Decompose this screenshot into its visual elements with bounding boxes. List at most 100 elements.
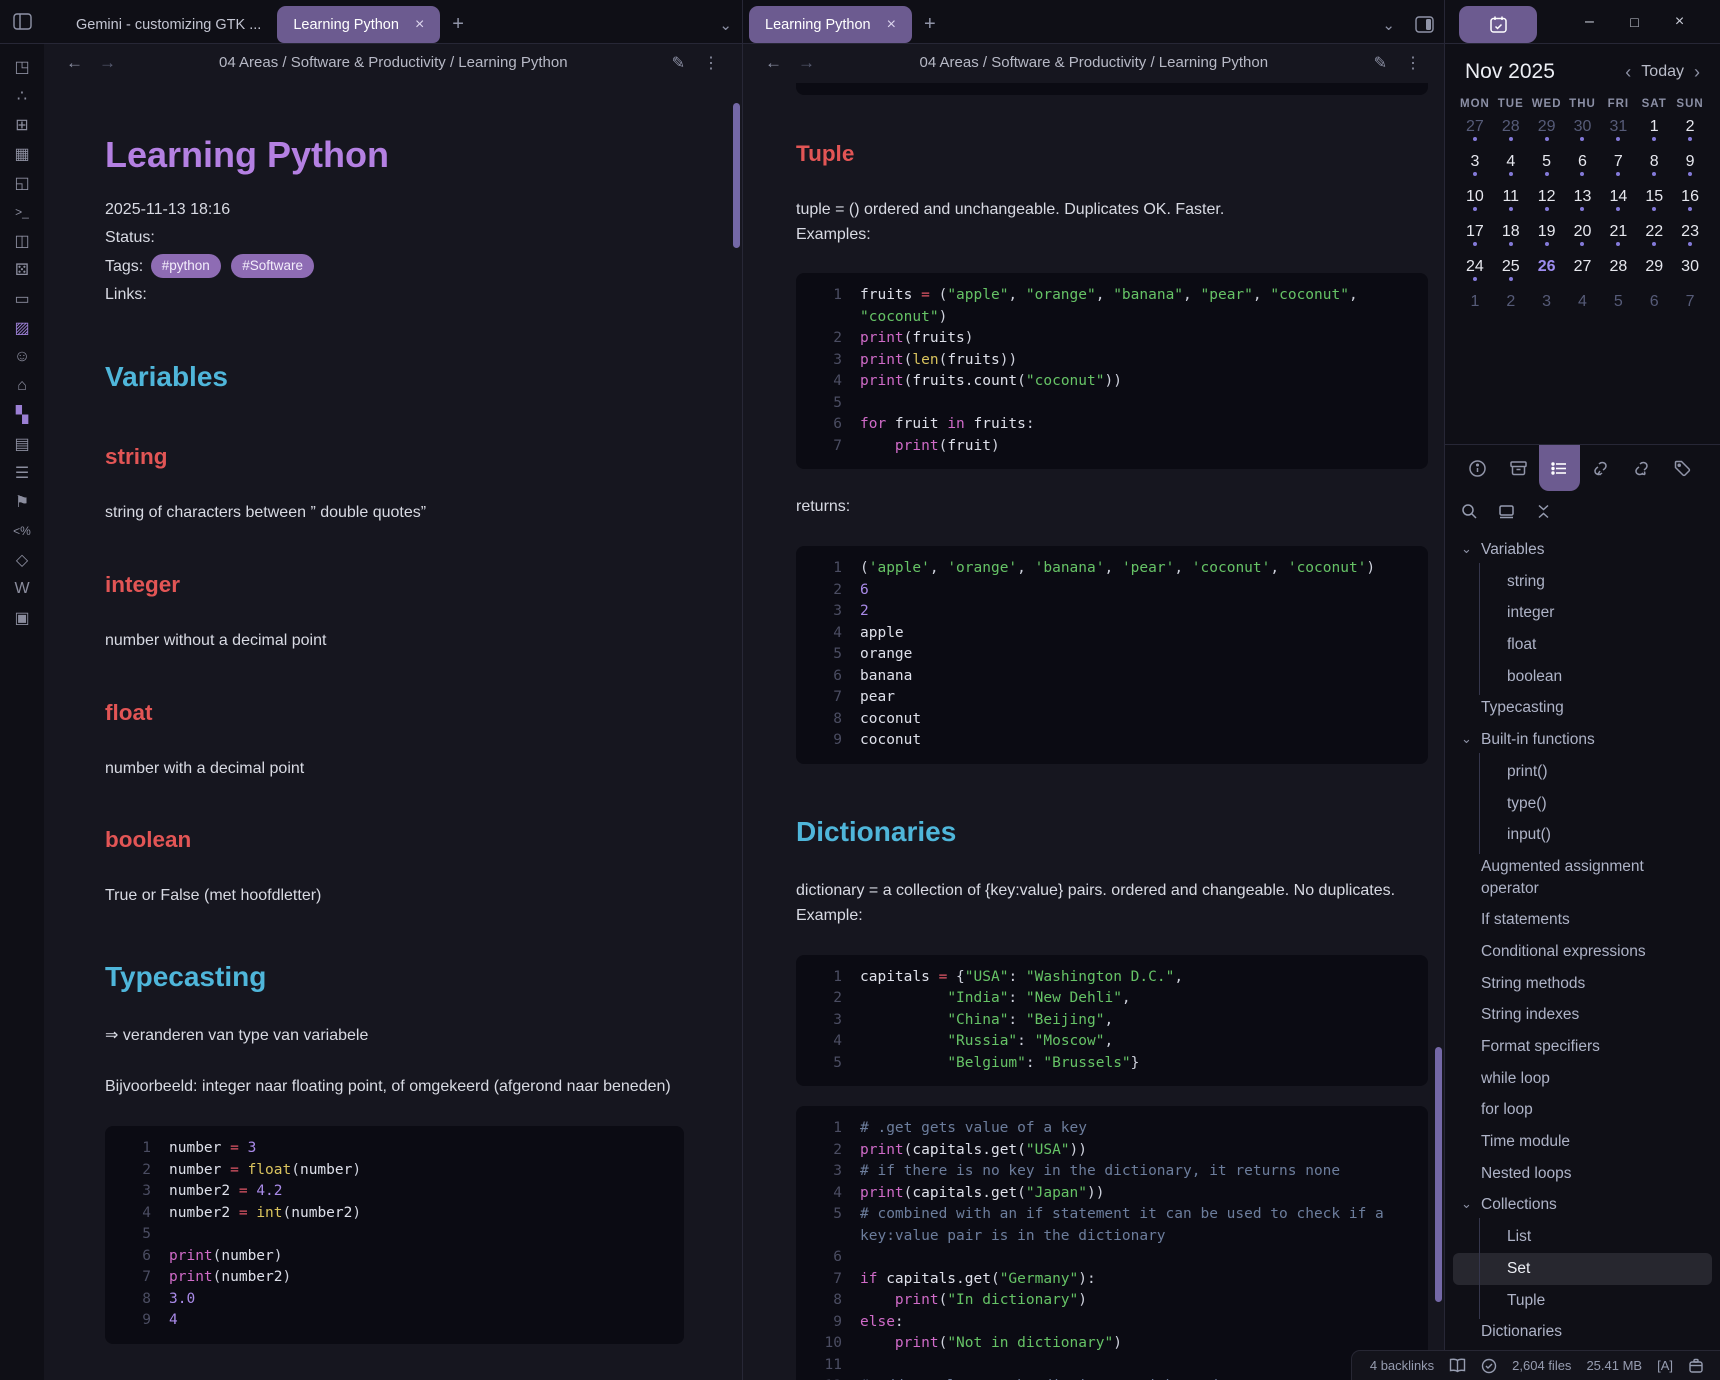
left-pane-scrollbar[interactable] [733,103,740,248]
calendar-day[interactable]: 31 [1600,112,1636,147]
outline-item[interactable]: Set [1453,1253,1712,1285]
tags-icon[interactable] [1662,445,1703,491]
chevron-down-icon[interactable]: ⌄ [1372,6,1405,43]
reading-mode-book-icon[interactable] [1449,1358,1466,1373]
calendar-day[interactable]: 23 [1672,217,1708,252]
note-content-left[interactable]: Learning Python 2025-11-13 18:16 Status:… [44,81,742,1380]
outline-item[interactable]: float [1453,629,1712,661]
tab-learning-python[interactable]: Learning Python × [277,6,440,43]
outline-item[interactable]: Tuple [1453,1285,1712,1317]
calendar-day[interactable]: 4 [1565,287,1601,322]
package-icon[interactable]: ◇ [4,545,40,574]
new-tab-button[interactable]: + [440,6,476,43]
table-icon[interactable]: ▤ [4,429,40,458]
incoming-links-icon[interactable] [1580,445,1621,491]
calendar-day[interactable]: 12 [1529,182,1565,217]
outline-item[interactable]: Nested loops [1453,1158,1712,1190]
edit-mode-icon[interactable]: ✎ [1365,53,1396,73]
calendar-day[interactable]: 7 [1672,287,1708,322]
calendar-day[interactable]: 6 [1565,147,1601,182]
tag-python[interactable]: #python [151,254,221,278]
outline-item[interactable]: Dictionaries [1453,1316,1712,1348]
database-icon[interactable]: ☰ [4,458,40,487]
calendar-next-icon[interactable]: › [1694,62,1700,83]
expand-view-icon[interactable] [1498,503,1515,520]
close-window-button[interactable]: × [1657,13,1702,31]
calendar-day[interactable]: 30 [1565,112,1601,147]
calendar-day[interactable]: 2 [1493,287,1529,322]
calendar-day[interactable]: 9 [1672,147,1708,182]
outline-item[interactable]: for loop [1453,1094,1712,1126]
breadcrumb[interactable]: 04 Areas / Software & Productivity / Lea… [823,54,1365,71]
breadcrumb[interactable]: 04 Areas / Software & Productivity / Lea… [124,54,663,71]
kanban-icon[interactable]: ◫ [4,226,40,255]
map-icon[interactable]: ▨ [4,313,40,342]
flag-icon[interactable]: ⚑ [4,487,40,516]
outline-item[interactable]: input() [1453,819,1712,851]
calendar-day[interactable]: 3 [1529,287,1565,322]
copy-icon[interactable]: ◱ [4,168,40,197]
calendar-day[interactable]: 21 [1600,217,1636,252]
tab-calendar[interactable] [1459,6,1537,43]
calendar-day[interactable]: 1 [1636,112,1672,147]
outline-item[interactable]: Augmented assignment operator [1453,851,1712,904]
tab-learning-python-right[interactable]: Learning Python × [749,6,912,43]
calendar-day[interactable]: 10 [1457,182,1493,217]
dashboard-grid-icon[interactable]: ⊞ [4,110,40,139]
terminal-icon[interactable]: >_ [4,197,40,226]
outline-item[interactable]: ⌄Variables [1453,534,1712,566]
right-pane-scrollbar[interactable] [1435,1047,1442,1302]
calendar-day[interactable]: 29 [1529,112,1565,147]
calendar-day[interactable]: 20 [1565,217,1601,252]
outline-item[interactable]: type() [1453,788,1712,820]
calendar-day[interactable]: 30 [1672,252,1708,287]
calendar-day[interactable]: 6 [1636,287,1672,322]
outline-item[interactable]: If statements [1453,904,1712,936]
calendar-day[interactable]: 11 [1493,182,1529,217]
chevron-down-icon[interactable]: ⌄ [709,6,742,43]
new-tab-button[interactable]: + [912,6,948,43]
tab-gemini[interactable]: Gemini - customizing GTK ... [60,6,277,43]
info-icon[interactable] [1457,445,1498,491]
outline-item[interactable]: Format specifiers [1453,1031,1712,1063]
calendar-today-button[interactable]: Today [1641,63,1684,81]
blocks-icon[interactable]: ▚ [4,400,40,429]
calendar-day[interactable]: 8 [1636,147,1672,182]
vault-box-icon[interactable] [1688,1358,1704,1374]
toggle-left-sidebar-icon[interactable] [0,0,44,43]
outline-item[interactable]: String indexes [1453,999,1712,1031]
graph-view-icon[interactable]: ∴ [4,81,40,110]
random-note-dice-icon[interactable]: ⚄ [4,255,40,284]
calendar-day[interactable]: 24 [1457,252,1493,287]
minimize-button[interactable]: – [1567,13,1612,31]
more-options-icon[interactable]: ⋮ [694,53,728,73]
backlinks-count[interactable]: 4 backlinks [1370,1358,1434,1373]
close-tab-icon[interactable]: × [415,16,424,34]
calendar-day[interactable]: 2 [1672,112,1708,147]
calendar-day[interactable]: 28 [1600,252,1636,287]
outline-item[interactable]: ⌄Collections [1453,1189,1712,1221]
outline-item[interactable]: String methods [1453,968,1712,1000]
outline-item[interactable]: boolean [1453,661,1712,693]
edit-mode-icon[interactable]: ✎ [663,53,694,73]
emoji-icon[interactable]: ☺ [4,342,40,371]
note-content-right[interactable]: Tuple tuple = () ordered and unchangeabl… [743,83,1444,1380]
calendar-day[interactable]: 18 [1493,217,1529,252]
close-tab-icon[interactable]: × [887,16,896,34]
outline-list-icon[interactable] [1539,445,1580,491]
home-icon[interactable]: ⌂ [4,371,40,400]
outline-item[interactable]: integer [1453,597,1712,629]
collapse-all-icon[interactable] [1535,503,1552,520]
outline-item[interactable]: print() [1453,756,1712,788]
search-icon[interactable] [1461,503,1478,520]
calendar-day[interactable]: 7 [1600,147,1636,182]
maximize-button[interactable]: □ [1612,14,1657,30]
calendar-day[interactable]: 17 [1457,217,1493,252]
outline-item[interactable]: Time module [1453,1126,1712,1158]
calendar-day[interactable]: 4 [1493,147,1529,182]
back-icon[interactable]: ← [757,53,790,73]
calendar-day[interactable]: 25 [1493,252,1529,287]
more-options-icon[interactable]: ⋮ [1396,53,1430,73]
daily-note-calendar-icon[interactable]: ▦ [4,139,40,168]
wikipedia-icon[interactable]: W [4,574,40,603]
